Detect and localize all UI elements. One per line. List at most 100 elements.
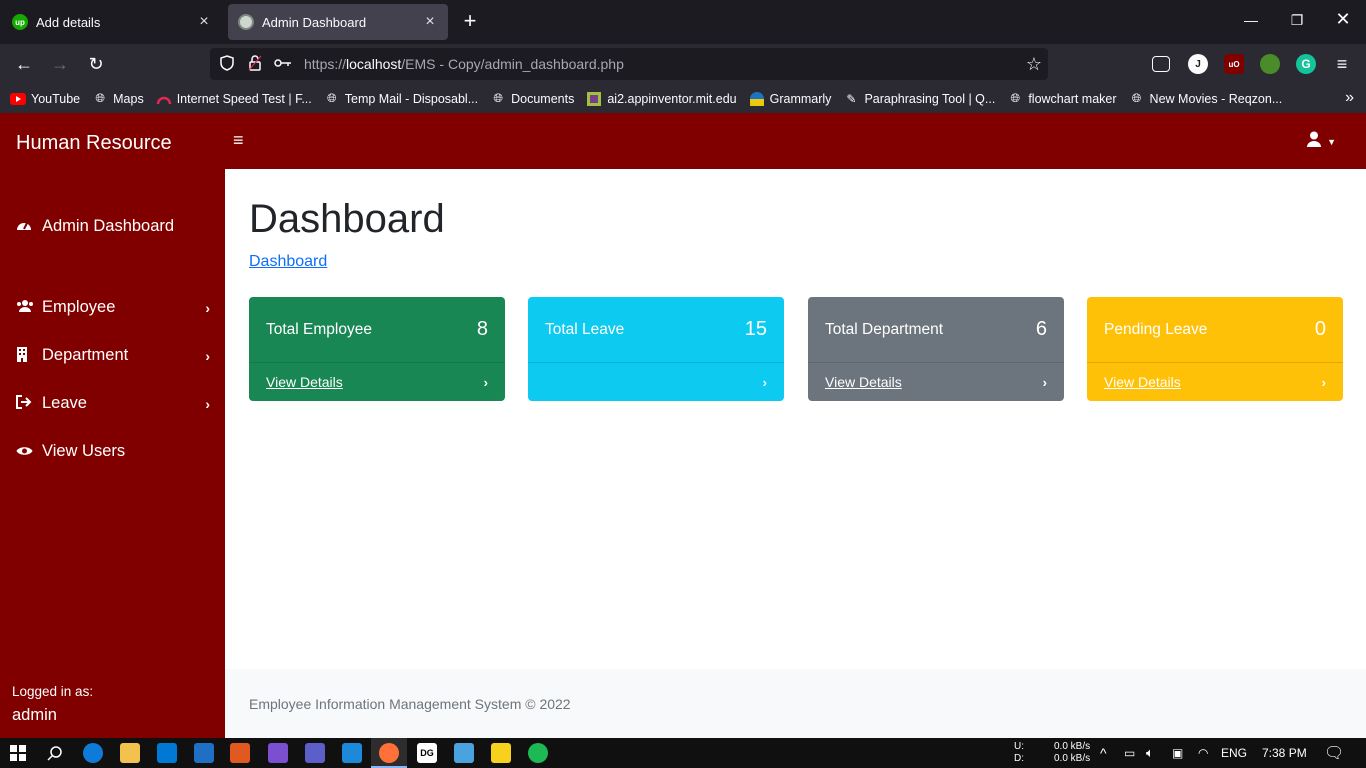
window-close-icon[interactable]: ✕ (1333, 9, 1353, 30)
shield-icon[interactable] (216, 54, 238, 74)
view-details-link[interactable]: View Details (266, 374, 343, 390)
url-host: localhost (346, 56, 402, 72)
tab-title: Admin Dashboard (262, 14, 367, 30)
chevron-right-icon[interactable]: › (1043, 375, 1047, 390)
logged-in-label: Logged in as: (12, 684, 94, 699)
upwork-icon: up (12, 14, 28, 30)
card-footer: › (528, 362, 784, 401)
bookmark-documents[interactable]: 🌐︎ Documents (490, 91, 574, 106)
lock-icon[interactable] (244, 54, 266, 74)
card-title: Pending Leave (1104, 320, 1208, 338)
brand-title[interactable]: Human Resource (16, 132, 172, 155)
card-total-employee: Total Employee 8 View Details › (249, 297, 505, 401)
sticky-notes-icon[interactable] (491, 743, 511, 763)
card-footer: View Details › (808, 362, 1064, 401)
bookmark-maps[interactable]: 🌐︎ Maps (92, 91, 143, 106)
teams-icon[interactable] (305, 743, 325, 763)
net-down-label: D: (1014, 753, 1024, 764)
new-tab-button[interactable]: + (458, 10, 482, 34)
bookmark-speedtest[interactable]: Internet Speed Test | F... (156, 92, 312, 106)
camera-icon[interactable]: ▣ (1172, 738, 1183, 768)
globe-icon: 🌐︎ (1010, 91, 1021, 105)
sign-out-icon (16, 395, 36, 412)
mail-icon[interactable] (194, 743, 214, 763)
bookmark-label: New Movies - Reqzon... (1149, 91, 1283, 106)
dashboard-gauge-icon (16, 218, 36, 235)
chevron-right-icon[interactable]: › (763, 375, 767, 390)
browser-tab-bar: up Add details × Admin Dashboard × + — ❐… (0, 0, 1366, 44)
chevron-up-icon[interactable]: ^ (1100, 738, 1107, 768)
bookmark-paraphrasing[interactable]: ✎ Paraphrasing Tool | Q... (843, 92, 995, 106)
back-arrow-icon[interactable]: ← (12, 52, 36, 76)
breadcrumb[interactable]: Dashboard (249, 253, 327, 271)
bookmark-youtube[interactable]: YouTube (10, 92, 80, 106)
card-footer: View Details › (1087, 362, 1343, 401)
file-explorer-icon[interactable] (120, 743, 140, 763)
hamburger-menu-icon[interactable]: ≡ (233, 130, 244, 151)
sidebar-item-leave[interactable]: Leave › (16, 394, 210, 413)
view-details-link[interactable]: View Details (1104, 374, 1181, 390)
bookmark-flowchart[interactable]: 🌐︎ flowchart maker (1007, 91, 1117, 106)
windows-start-icon[interactable] (8, 743, 28, 763)
net-up-label: U: (1014, 741, 1024, 752)
battery-icon[interactable]: ▭ (1124, 738, 1135, 768)
reload-icon[interactable]: ↻ (84, 52, 108, 76)
virtualbox-icon[interactable] (454, 743, 474, 763)
chevron-right-icon[interactable]: › (1322, 375, 1326, 390)
site-favicon-icon (238, 14, 254, 30)
language-indicator[interactable]: ENG (1221, 738, 1247, 768)
url-text[interactable]: https://localhost/EMS - Copy/admin_dashb… (304, 56, 624, 72)
sidebar-item-department[interactable]: Department › (16, 346, 210, 365)
bookmark-star-icon[interactable]: ☆ (1026, 54, 1042, 75)
view-details-link[interactable]: View Details (825, 374, 902, 390)
sidebar-item-admin-dashboard[interactable]: Admin Dashboard (16, 217, 210, 236)
store-icon[interactable] (157, 743, 177, 763)
tab-add-details[interactable]: up Add details × (2, 4, 222, 40)
sidebar-item-label: Admin Dashboard (42, 217, 175, 235)
url-prefix: https:// (304, 56, 347, 72)
notifications-icon[interactable]: 🗨︎ (1324, 738, 1344, 768)
close-icon[interactable]: × (422, 13, 438, 31)
minimize-icon[interactable]: — (1241, 12, 1261, 28)
search-icon[interactable] (45, 743, 65, 763)
matlab-icon[interactable] (230, 743, 250, 763)
bookmark-tempmail[interactable]: 🌐︎ Temp Mail - Disposabl... (324, 91, 478, 106)
close-icon[interactable]: × (196, 13, 212, 31)
app-icon[interactable]: DG (417, 743, 437, 763)
menu-icon[interactable]: ≡ (1330, 52, 1354, 76)
edge-icon[interactable] (83, 743, 103, 763)
bookmarks-overflow-icon[interactable]: » (1345, 89, 1354, 107)
top-navbar: ≡ ▼ (225, 113, 1366, 169)
forward-arrow-icon[interactable]: → (48, 52, 72, 76)
restore-icon[interactable]: ❐ (1287, 12, 1307, 29)
bookmark-appinventor[interactable]: ai2.appinventor.mit.edu (586, 91, 737, 106)
clock[interactable]: 7:38 PM (1262, 738, 1307, 768)
volume-icon[interactable]: 🔈︎ (1146, 738, 1154, 768)
ublock-icon[interactable]: uO (1224, 54, 1244, 74)
pocket-icon[interactable] (1152, 56, 1170, 72)
globe-icon: 🌐︎ (95, 91, 105, 105)
page-title: Dashboard (249, 197, 445, 241)
sidebar-item-employee[interactable]: Employee › (16, 298, 210, 317)
bookmark-label: Internet Speed Test | F... (176, 91, 312, 106)
vscode-icon[interactable] (342, 743, 362, 763)
sidebar-item-view-users[interactable]: View Users (16, 442, 210, 461)
firefox-icon[interactable] (379, 743, 399, 763)
user-icon (1307, 131, 1322, 152)
spotify-icon[interactable] (528, 743, 548, 763)
bookmark-label: Paraphrasing Tool | Q... (864, 91, 996, 106)
extension-icon[interactable] (1260, 54, 1280, 74)
profile-avatar[interactable]: J (1188, 54, 1208, 74)
wifi-icon[interactable]: ◠ (1198, 738, 1208, 768)
grammarly-extension-icon[interactable]: G (1296, 54, 1316, 74)
visual-studio-icon[interactable] (268, 743, 288, 763)
address-bar[interactable]: https://localhost/EMS - Copy/admin_dashb… (210, 48, 1048, 80)
user-dropdown-button[interactable]: ▼ (1307, 131, 1336, 152)
globe-icon: 🌐︎ (493, 91, 503, 105)
tab-admin-dashboard[interactable]: Admin Dashboard × (228, 4, 448, 40)
card-body: Pending Leave 0 (1087, 297, 1343, 362)
bookmark-grammarly[interactable]: Grammarly (749, 91, 831, 106)
chevron-right-icon[interactable]: › (484, 375, 488, 390)
key-icon[interactable] (272, 56, 294, 72)
bookmark-newmovies[interactable]: 🌐︎ New Movies - Reqzon... (1129, 91, 1283, 106)
